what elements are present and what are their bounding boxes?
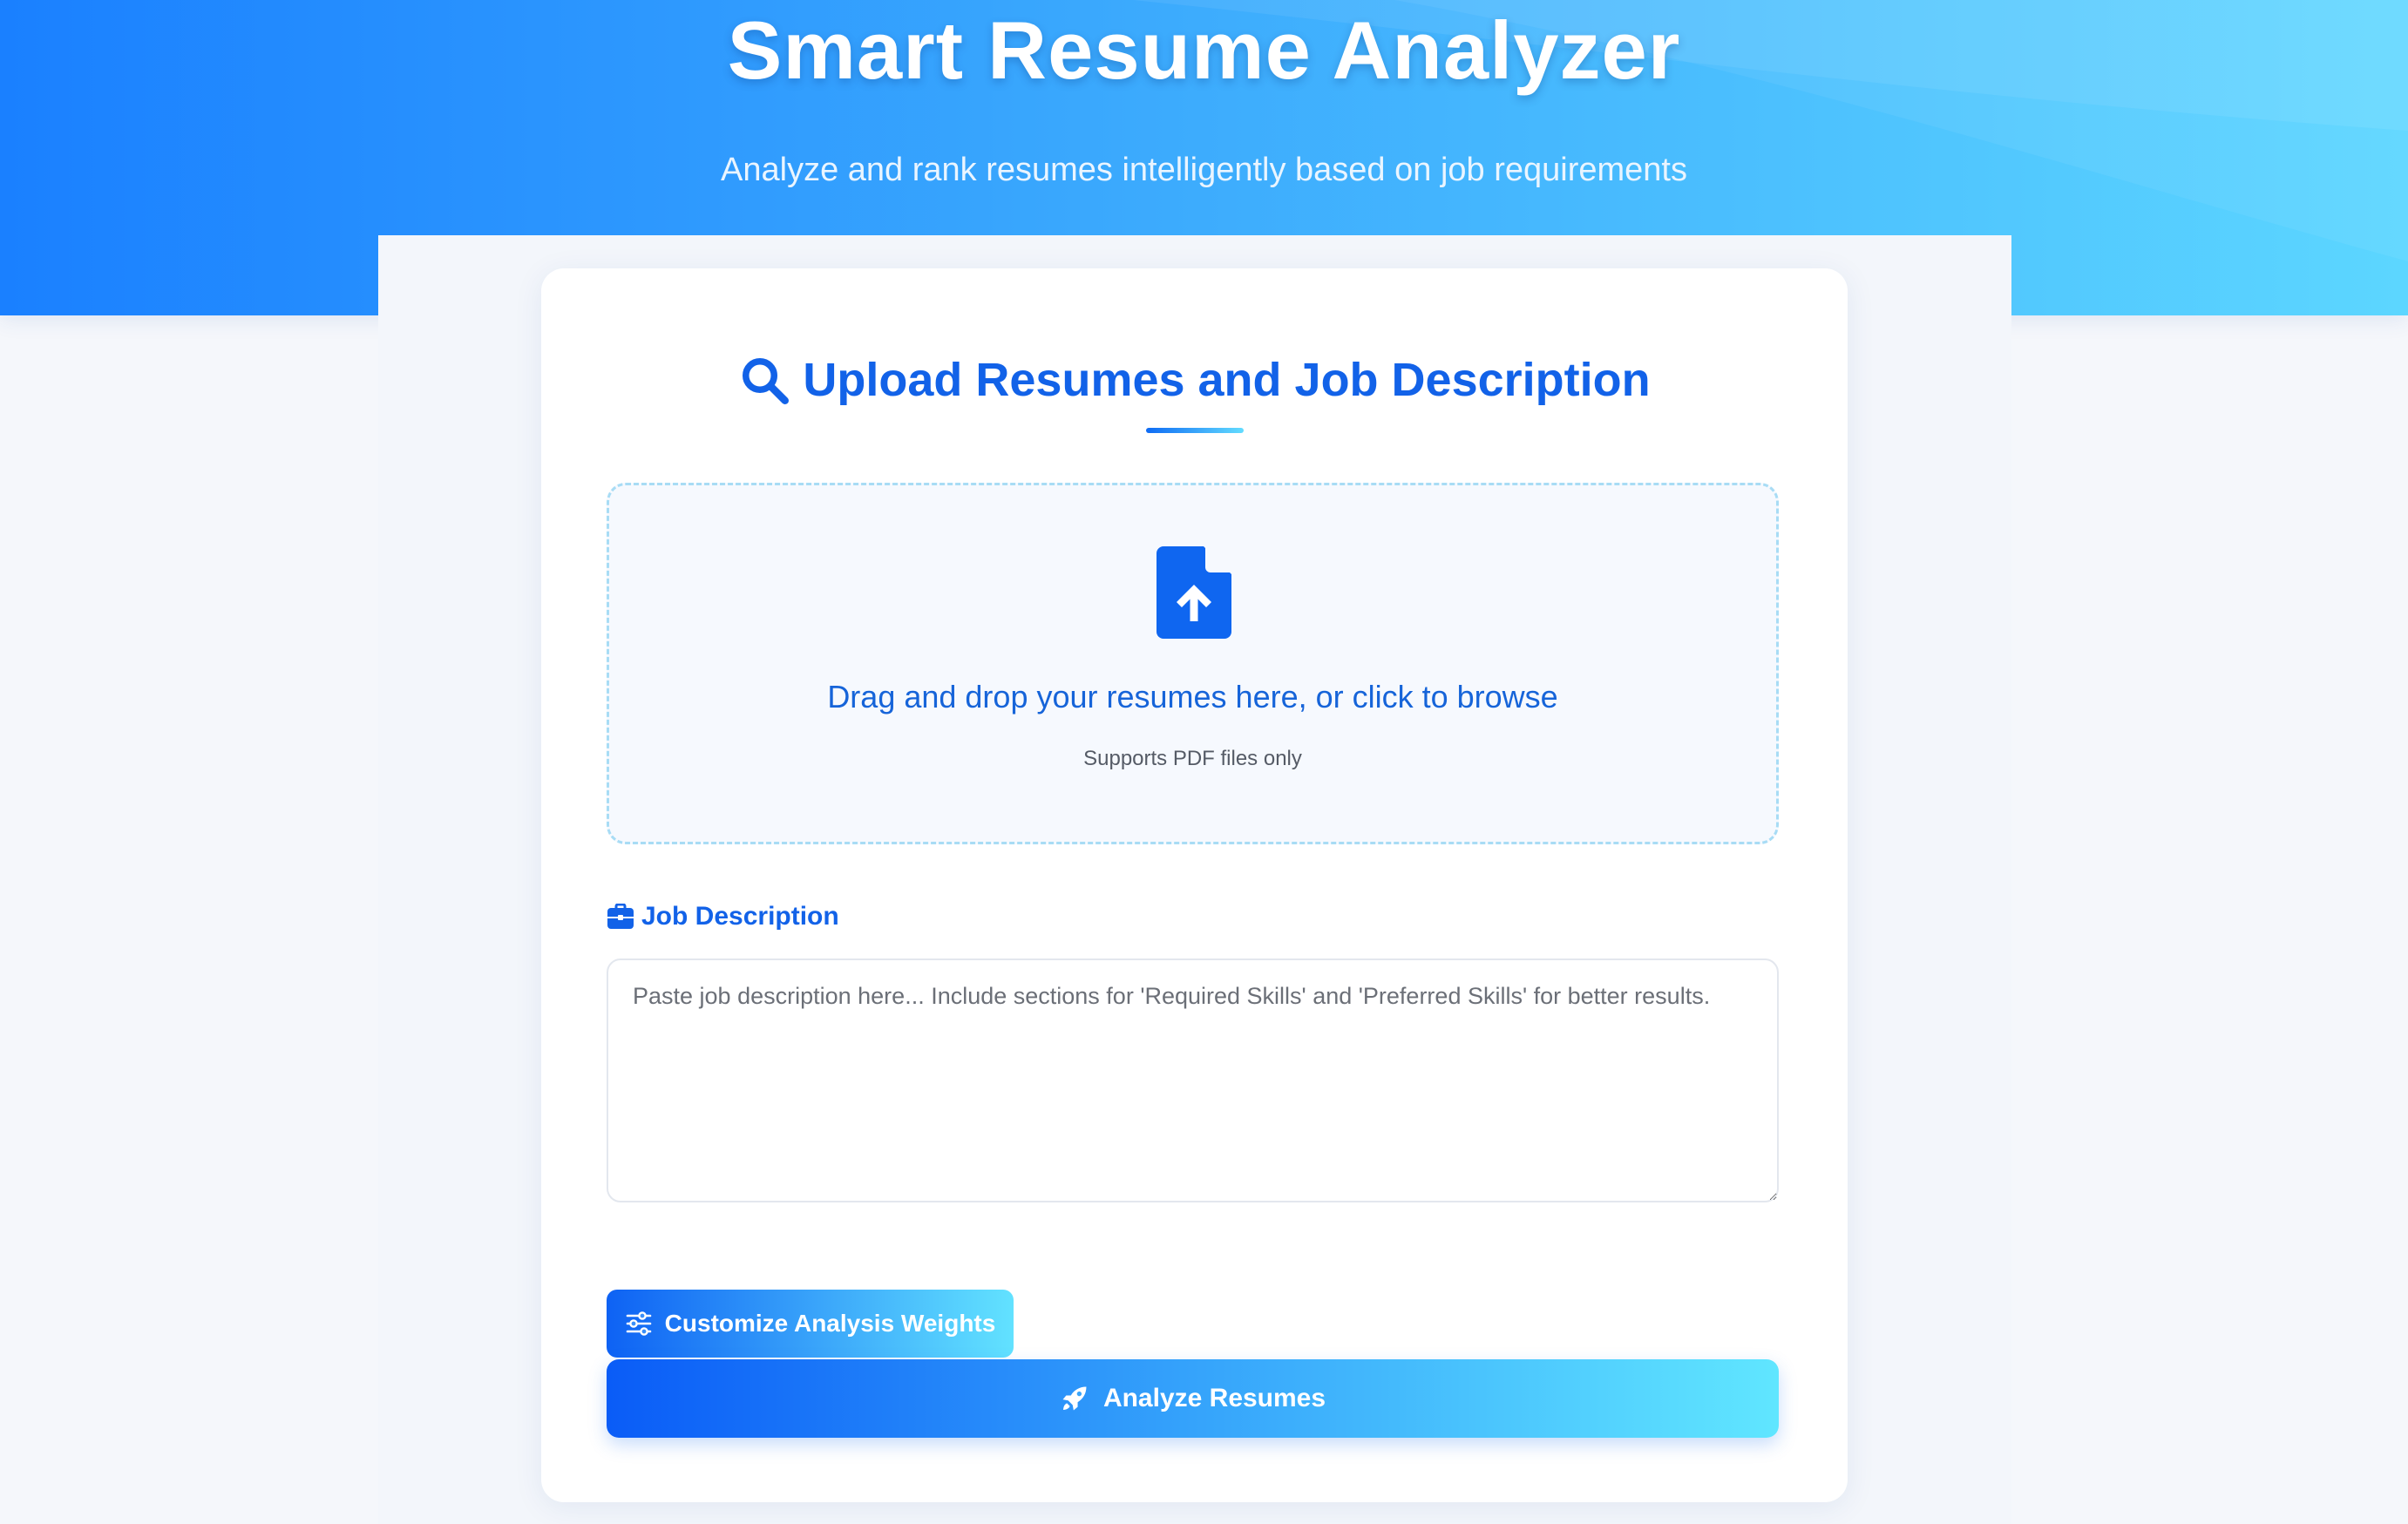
title-underline [1146,428,1244,433]
job-description-label-text: Job Description [641,902,839,931]
resume-dropzone[interactable]: Drag and drop your resumes here, or clic… [607,483,1779,844]
analyze-resumes-label: Analyze Resumes [1102,1384,1326,1412]
app-subtitle: Analyze and rank resumes intelligently b… [721,152,1687,188]
dropzone-text: Drag and drop your resumes here, or clic… [827,679,1558,715]
upload-card: Upload Resumes and Job Description Drag … [541,268,1848,1502]
customize-weights-label: Customize Analysis Weights [664,1310,996,1337]
job-description-label: Job Description [607,899,839,934]
file-upload-icon [1157,546,1231,639]
customize-weights-button[interactable]: Customize Analysis Weights [607,1290,1014,1358]
rocket-icon [1062,1386,1087,1411]
dropzone-hint: Supports PDF files only [1083,747,1302,770]
section-title-text: Upload Resumes and Job Description [803,354,1651,406]
search-icon [743,358,790,404]
analyze-resumes-button[interactable]: Analyze Resumes [607,1359,1779,1438]
section-title: Upload Resumes and Job Description [541,345,1848,415]
job-description-input[interactable] [607,958,1779,1202]
app-title: Smart Resume Analyzer [727,4,1681,96]
briefcase-icon [607,904,634,929]
sliders-icon [626,1311,651,1336]
